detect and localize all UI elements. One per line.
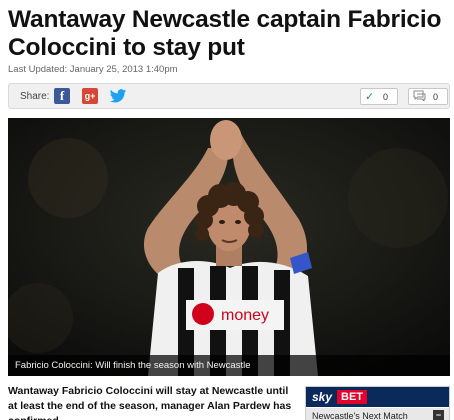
share-bar: Share: f g+ ✓ 0 0 (8, 83, 450, 109)
shirt-sponsor-text: money (221, 307, 269, 324)
next-match-label: Newcastle's Next Match (312, 411, 408, 420)
skybet-logo-sky: sky (312, 390, 333, 404)
skybet-header[interactable]: sky BET (306, 387, 449, 407)
article-intro: Wantaway Fabricio Coloccini will stay at… (8, 385, 292, 420)
skybet-widget: sky BET Newcastle's Next Match − (305, 386, 450, 420)
check-icon: ✓ (365, 91, 375, 103)
recommend-count: 0 (382, 92, 388, 102)
photo-caption: Fabricio Coloccini: Will finish the seas… (8, 355, 450, 376)
next-match-row[interactable]: Newcastle's Next Match − (306, 408, 449, 420)
share-label: Share: (20, 91, 50, 102)
collapse-icon[interactable]: − (433, 410, 444, 420)
comment-icon (413, 90, 426, 104)
twitter-share-icon[interactable] (109, 87, 127, 105)
last-updated-timestamp: Last Updated: January 25, 2013 1:40pm (8, 64, 178, 75)
recommend-counter[interactable]: ✓ 0 (360, 88, 398, 105)
comments-counter[interactable]: 0 (408, 88, 448, 105)
skybet-logo-bet: BET (337, 390, 367, 404)
article-headline: Wantaway Newcastle captain Fabricio Colo… (8, 6, 442, 61)
coloccini-photo: money (8, 118, 450, 376)
googleplus-share-icon[interactable]: g+ (82, 88, 98, 104)
article-photo: money Fabricio Coloccini: Will finish th… (8, 118, 450, 376)
facebook-share-icon[interactable]: f (54, 88, 70, 104)
comments-count: 0 (432, 92, 438, 102)
